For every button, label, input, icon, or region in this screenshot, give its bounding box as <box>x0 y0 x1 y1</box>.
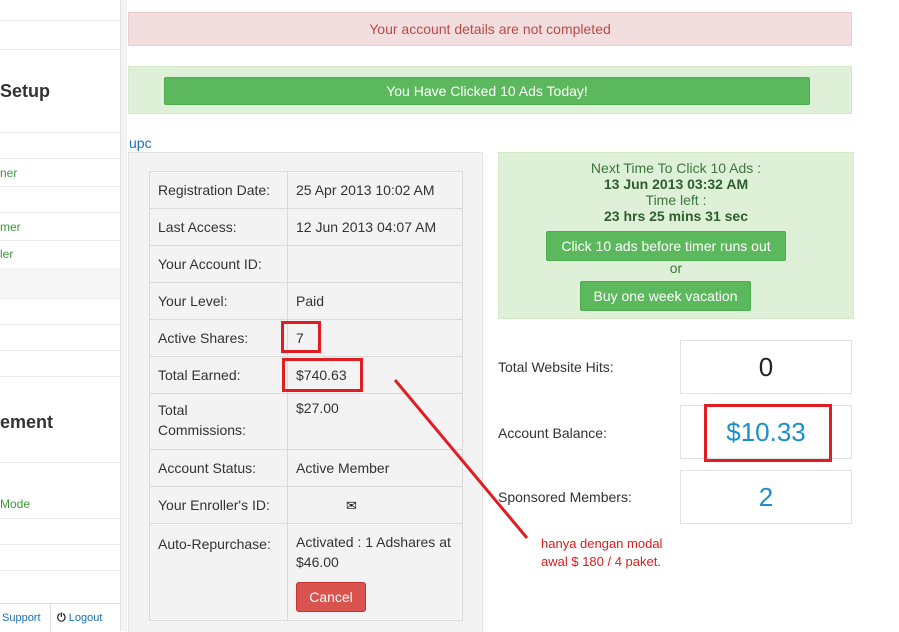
annotation-arrow <box>393 379 529 539</box>
annotation-line-2: awal $ 180 / 4 paket. <box>541 554 661 569</box>
annotation-text: hanya dengan modal awal $ 180 / 4 paket. <box>541 535 662 571</box>
annotation-line <box>393 379 529 539</box>
annotation-line-1: hanya dengan modal <box>541 536 663 551</box>
